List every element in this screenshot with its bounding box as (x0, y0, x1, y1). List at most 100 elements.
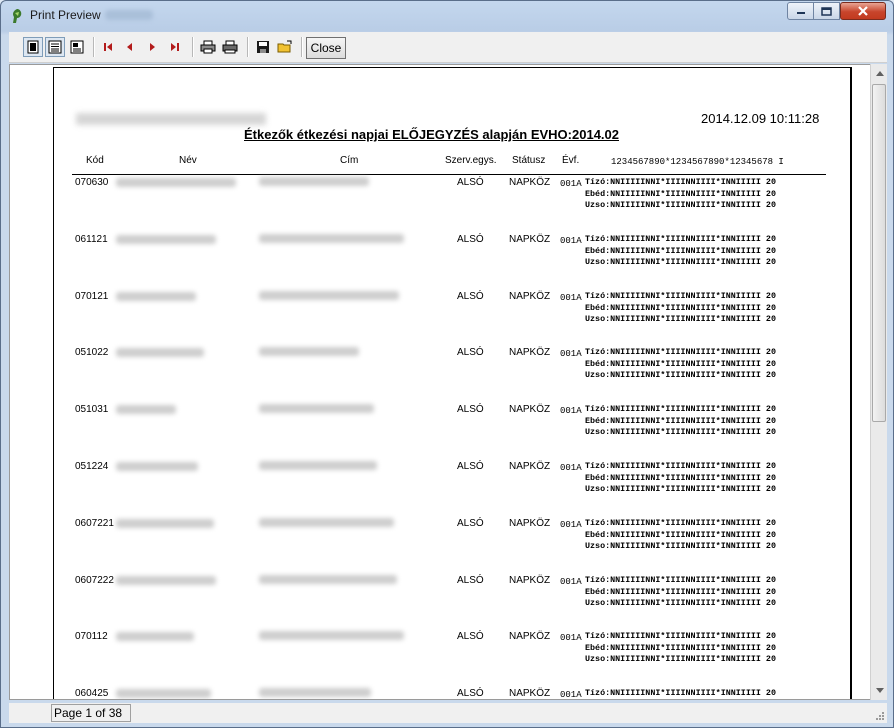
row-meal-line: Tízó:NNIIIIINNI*IIIINNIIII*INNIIIII 20 (585, 631, 776, 641)
print-preview-window: Print Preview Close 2014.12.09 10:11:28 … (0, 0, 894, 728)
row-address-redacted (259, 518, 394, 527)
open-icon (277, 40, 292, 53)
toolbar-separator (301, 37, 303, 57)
row-meal-line: Tízó:NNIIIIINNI*IIIINNIIII*INNIIIII 20 (585, 518, 776, 528)
window-close-button[interactable] (840, 2, 886, 20)
chevron-down-icon (875, 687, 884, 693)
first-page-button[interactable] (98, 37, 118, 57)
row-meal-line: Tízó:NNIIIIINNI*IIIINNIIII*INNIIIII 20 (585, 688, 776, 698)
preview-area[interactable]: 2014.12.09 10:11:28 Étkezők étkezési nap… (9, 64, 871, 700)
row-name-redacted (116, 405, 176, 414)
row-meal-line: Ebéd:NNIIIIINNI*IIIINNIIII*INNIIIII 20 (585, 529, 776, 540)
print-setup-icon (200, 40, 216, 54)
header-nev: Név (179, 155, 197, 166)
row-status: NAPKÖZ (509, 177, 551, 188)
row-meal-line: Tízó:NNIIIIINNI*IIIINNIIII*INNIIIII 20 (585, 177, 776, 187)
report-title: Étkezők étkezési napjai ELŐJEGYZÉS alapj… (244, 127, 619, 142)
last-page-button[interactable] (165, 37, 185, 57)
row-meal-line: Ebéd:NNIIIIINNI*IIIINNIIII*INNIIIII 20 (585, 642, 776, 653)
scroll-down-button[interactable] (872, 682, 887, 698)
minimize-button[interactable] (787, 2, 814, 20)
row-szerv: ALSÓ (457, 404, 484, 415)
row-szerv: ALSÓ (457, 461, 484, 472)
previous-page-icon (127, 43, 132, 51)
row-address-redacted (259, 688, 371, 697)
row-name-redacted (116, 462, 198, 471)
maximize-icon (821, 6, 832, 16)
row-name-redacted (116, 689, 211, 698)
first-page-icon (104, 43, 112, 51)
continuous-view-button[interactable] (45, 37, 65, 57)
row-evf: 001A (560, 349, 582, 359)
previous-page-button[interactable] (120, 37, 140, 57)
maximize-button[interactable] (813, 2, 840, 20)
row-meal-line: Tízó:NNIIIIINNI*IIIINNIIII*INNIIIII 20 (585, 404, 776, 414)
row-status: NAPKÖZ (509, 631, 551, 642)
print-setup-button[interactable] (198, 37, 218, 57)
zoom-view-button[interactable] (67, 37, 87, 57)
one-page-view-icon (27, 40, 39, 54)
vertical-scrollbar[interactable] (870, 64, 887, 700)
row-kod: 051031 (75, 404, 109, 415)
app-icon (13, 9, 22, 23)
scroll-thumb[interactable] (872, 84, 886, 422)
report-datetime: 2014.12.09 10:11:28 (701, 111, 820, 126)
row-szerv: ALSÓ (457, 347, 484, 358)
row-name-redacted (116, 292, 196, 301)
row-address-redacted (259, 291, 399, 300)
row-kod: 060425 (75, 688, 109, 699)
resize-grip-icon[interactable] (873, 709, 885, 721)
row-meal-line: Uzso:NNIIIIINNI*IIIINNIIII*INNIIIII 20 (585, 370, 776, 380)
row-meal-line: Uzso:NNIIIIINNI*IIIINNIIII*INNIIIII 20 (585, 598, 776, 608)
row-status: NAPKÖZ (509, 347, 551, 358)
close-icon (858, 6, 868, 16)
scroll-up-button[interactable] (872, 65, 887, 81)
status-bar: Page 1 of 38 (9, 703, 887, 723)
row-address-redacted (259, 461, 377, 470)
row-address-redacted (259, 234, 404, 243)
toolbar-separator (247, 37, 249, 57)
row-kod: 070121 (75, 291, 109, 302)
header-evf: Évf. (562, 155, 580, 166)
row-szerv: ALSÓ (457, 575, 484, 586)
row-status: NAPKÖZ (509, 291, 551, 302)
header-kod: Kód (86, 155, 104, 166)
row-meal-line: Tízó:NNIIIIINNI*IIIINNIIII*INNIIIII 20 (585, 347, 776, 357)
header-rule (72, 174, 826, 175)
next-page-icon (150, 43, 155, 51)
title-bar[interactable]: Print Preview (1, 1, 893, 31)
row-evf: 001A (560, 293, 582, 303)
open-button[interactable] (275, 37, 295, 57)
row-address-redacted (259, 631, 404, 640)
row-evf: 001A (560, 179, 582, 189)
row-meal-line: Ebéd:NNIIIIINNI*IIIINNIIII*INNIIIII 20 (585, 472, 776, 483)
row-kod: 0607222 (75, 575, 114, 586)
toolbar: Close (9, 32, 887, 63)
next-page-button[interactable] (142, 37, 162, 57)
row-szerv: ALSÓ (457, 291, 484, 302)
row-name-redacted (116, 519, 214, 528)
close-button[interactable]: Close (306, 37, 346, 59)
row-evf: 001A (560, 463, 582, 473)
save-button[interactable] (253, 37, 273, 57)
header-cim: Cím (340, 155, 359, 166)
print-button[interactable] (220, 37, 240, 57)
one-page-view-button[interactable] (23, 37, 43, 57)
row-address-redacted (259, 347, 359, 356)
row-meal-line: Ebéd:NNIIIIINNI*IIIINNIIII*INNIIIII 20 (585, 358, 776, 369)
row-meal-line: Ebéd:NNIIIIINNI*IIIINNIIII*INNIIIII 20 (585, 188, 776, 199)
page-info: Page 1 of 38 (51, 704, 131, 722)
row-szerv: ALSÓ (457, 177, 484, 188)
row-status: NAPKÖZ (509, 575, 551, 586)
organization-name-redacted (76, 113, 266, 125)
chevron-up-icon (875, 70, 884, 76)
row-status: NAPKÖZ (509, 518, 551, 529)
row-meal-line: Uzso:NNIIIIINNI*IIIINNIIII*INNIIIII 20 (585, 541, 776, 551)
row-evf: 001A (560, 690, 582, 700)
row-szerv: ALSÓ (457, 518, 484, 529)
row-kod: 070112 (75, 631, 108, 642)
row-address-redacted (259, 404, 374, 413)
last-page-icon (171, 43, 179, 51)
row-meal-line: Ebéd:NNIIIIINNI*IIIINNIIII*INNIIIII 20 (585, 302, 776, 313)
row-status: NAPKÖZ (509, 404, 551, 415)
